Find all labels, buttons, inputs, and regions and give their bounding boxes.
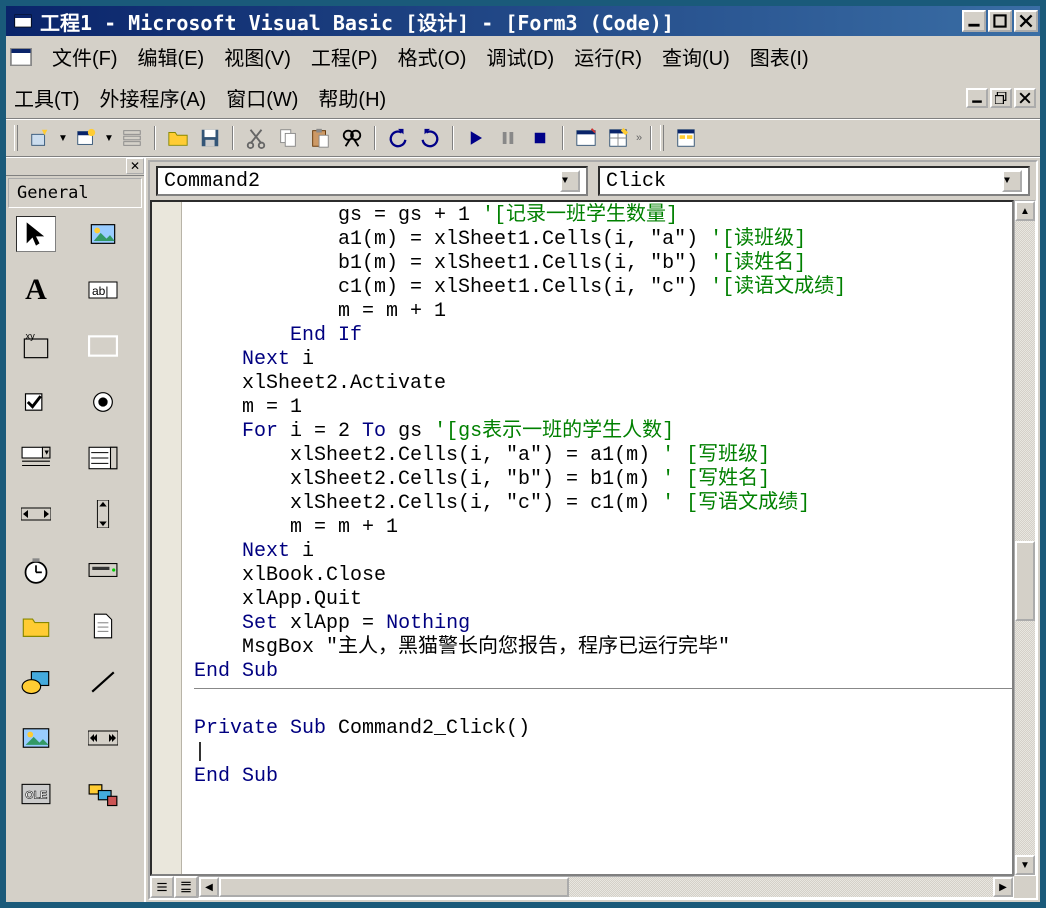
toolbar-grip[interactable] xyxy=(660,125,664,151)
toolbox-close-button[interactable]: ✕ xyxy=(126,158,144,174)
scroll-corner xyxy=(1014,876,1036,898)
data-view-button[interactable] xyxy=(672,124,700,152)
horizontal-scrollbar[interactable]: ◀ ▶ xyxy=(198,876,1014,898)
undo-button[interactable] xyxy=(384,124,412,152)
paste-button[interactable] xyxy=(306,124,334,152)
scroll-left-button[interactable]: ◀ xyxy=(199,877,219,897)
ole-tool[interactable]: OLE xyxy=(16,776,56,812)
copy-button[interactable] xyxy=(274,124,302,152)
redo-button[interactable] xyxy=(416,124,444,152)
minimize-button[interactable] xyxy=(962,10,986,32)
mdi-close-button[interactable] xyxy=(1014,88,1036,108)
commondialog-tool[interactable] xyxy=(83,776,123,812)
full-module-view-button[interactable] xyxy=(174,876,198,898)
open-button[interactable] xyxy=(164,124,192,152)
dropdown-arrow-icon[interactable]: ▼ xyxy=(104,133,114,144)
mdi-restore-button[interactable] xyxy=(990,88,1012,108)
overflow-icon[interactable]: » xyxy=(636,132,642,144)
toolbox-tab-general[interactable]: General xyxy=(8,178,142,208)
mdi-minimize-button[interactable] xyxy=(966,88,988,108)
combobox-tool[interactable] xyxy=(16,440,56,476)
code-editor[interactable]: gs = gs + 1 '[记录一班学生数量] a1(m) = xlSheet1… xyxy=(150,200,1014,876)
textbox-tool[interactable]: ab| xyxy=(83,272,123,308)
menu-view[interactable]: 视图(V) xyxy=(220,40,295,73)
start-button[interactable] xyxy=(462,124,490,152)
scroll-thumb[interactable] xyxy=(1015,541,1035,621)
drivelistbox-tool[interactable] xyxy=(83,552,123,588)
scroll-up-button[interactable]: ▲ xyxy=(1015,201,1035,221)
cut-button[interactable] xyxy=(242,124,270,152)
object-combobox[interactable]: Command2 ▼ xyxy=(156,166,588,196)
break-button[interactable] xyxy=(494,124,522,152)
object-combo-value: Command2 xyxy=(164,170,560,193)
filelistbox-tool[interactable] xyxy=(83,608,123,644)
toolbar-grip[interactable] xyxy=(14,125,18,151)
toolbar: ▼ ▼ » xyxy=(6,119,1040,157)
save-button[interactable] xyxy=(196,124,224,152)
svg-text:xy: xy xyxy=(26,332,36,341)
project-explorer-button[interactable] xyxy=(572,124,600,152)
picturebox-tool[interactable] xyxy=(83,216,123,252)
find-button[interactable] xyxy=(338,124,366,152)
procedure-combo-value: Click xyxy=(606,170,1002,193)
menu-tools[interactable]: 工具(T) xyxy=(10,81,84,114)
line-tool[interactable] xyxy=(83,664,123,700)
scroll-right-button[interactable]: ▶ xyxy=(993,877,1013,897)
scroll-thumb[interactable] xyxy=(219,877,569,897)
dropdown-arrow-icon[interactable]: ▼ xyxy=(560,170,580,192)
add-form-button[interactable] xyxy=(72,124,100,152)
optionbutton-tool[interactable] xyxy=(83,384,123,420)
form-icon xyxy=(10,48,32,66)
svg-text:OLE: OLE xyxy=(25,789,47,801)
checkbox-tool[interactable] xyxy=(16,384,56,420)
menu-addins[interactable]: 外接程序(A) xyxy=(96,81,211,114)
close-button[interactable] xyxy=(1014,10,1038,32)
ide-window: 工程1 - Microsoft Visual Basic [设计] - [For… xyxy=(6,6,1040,902)
dirlistbox-tool[interactable] xyxy=(16,608,56,644)
frame-tool[interactable]: xy xyxy=(16,328,56,364)
menu-project[interactable]: 工程(P) xyxy=(307,40,382,73)
window-title: 工程1 - Microsoft Visual Basic [设计] - [For… xyxy=(40,7,962,36)
commandbutton-tool[interactable] xyxy=(83,328,123,364)
menu-editor-button[interactable] xyxy=(118,124,146,152)
menu-debug[interactable]: 调试(D) xyxy=(482,40,558,73)
image-tool[interactable] xyxy=(16,720,56,756)
shape-tool[interactable] xyxy=(16,664,56,700)
pointer-tool[interactable] xyxy=(16,216,56,252)
dropdown-arrow-icon[interactable]: ▼ xyxy=(58,133,68,144)
procedure-combobox[interactable]: Click ▼ xyxy=(598,166,1030,196)
properties-button[interactable] xyxy=(604,124,632,152)
end-button[interactable] xyxy=(526,124,554,152)
scroll-down-button[interactable]: ▼ xyxy=(1015,855,1035,875)
menu-help[interactable]: 帮助(H) xyxy=(314,81,390,114)
menu-window[interactable]: 窗口(W) xyxy=(222,81,302,114)
d[[interactable]: ▼ xyxy=(1002,170,1022,192)
menubar: 文件(F) 编辑(E) 视图(V) 工程(P) 格式(O) 调试(D) 运行(R… xyxy=(6,36,1040,119)
app-icon xyxy=(12,12,34,30)
listbox-tool[interactable] xyxy=(83,440,123,476)
timer-tool[interactable] xyxy=(16,552,56,588)
hscrollbar-tool[interactable] xyxy=(16,496,56,532)
label-tool[interactable]: A xyxy=(16,272,56,308)
maximize-button[interactable] xyxy=(988,10,1012,32)
svg-text:ab|: ab| xyxy=(92,284,108,298)
toolbox-panel: ✕ General A ab| xy xyxy=(6,158,146,902)
menu-edit[interactable]: 编辑(E) xyxy=(134,40,209,73)
procedure-view-button[interactable] xyxy=(150,876,174,898)
menu-file[interactable]: 文件(F) xyxy=(48,40,122,73)
menu-query[interactable]: 查询(U) xyxy=(658,40,734,73)
vscrollbar-tool[interactable] xyxy=(83,496,123,532)
menu-run[interactable]: 运行(R) xyxy=(570,40,646,73)
data-tool[interactable] xyxy=(83,720,123,756)
titlebar: 工程1 - Microsoft Visual Basic [设计] - [For… xyxy=(6,6,1040,36)
code-margin xyxy=(152,202,182,874)
main-area: ✕ General A ab| xy xyxy=(6,157,1040,902)
code-editor-pane: Command2 ▼ Click ▼ gs = gs + 1 '[记录一班学生数… xyxy=(148,160,1038,900)
vertical-scrollbar[interactable]: ▲ ▼ xyxy=(1014,200,1036,876)
menu-diagram[interactable]: 图表(I) xyxy=(746,40,813,73)
menu-format[interactable]: 格式(O) xyxy=(394,40,471,73)
add-project-button[interactable] xyxy=(26,124,54,152)
